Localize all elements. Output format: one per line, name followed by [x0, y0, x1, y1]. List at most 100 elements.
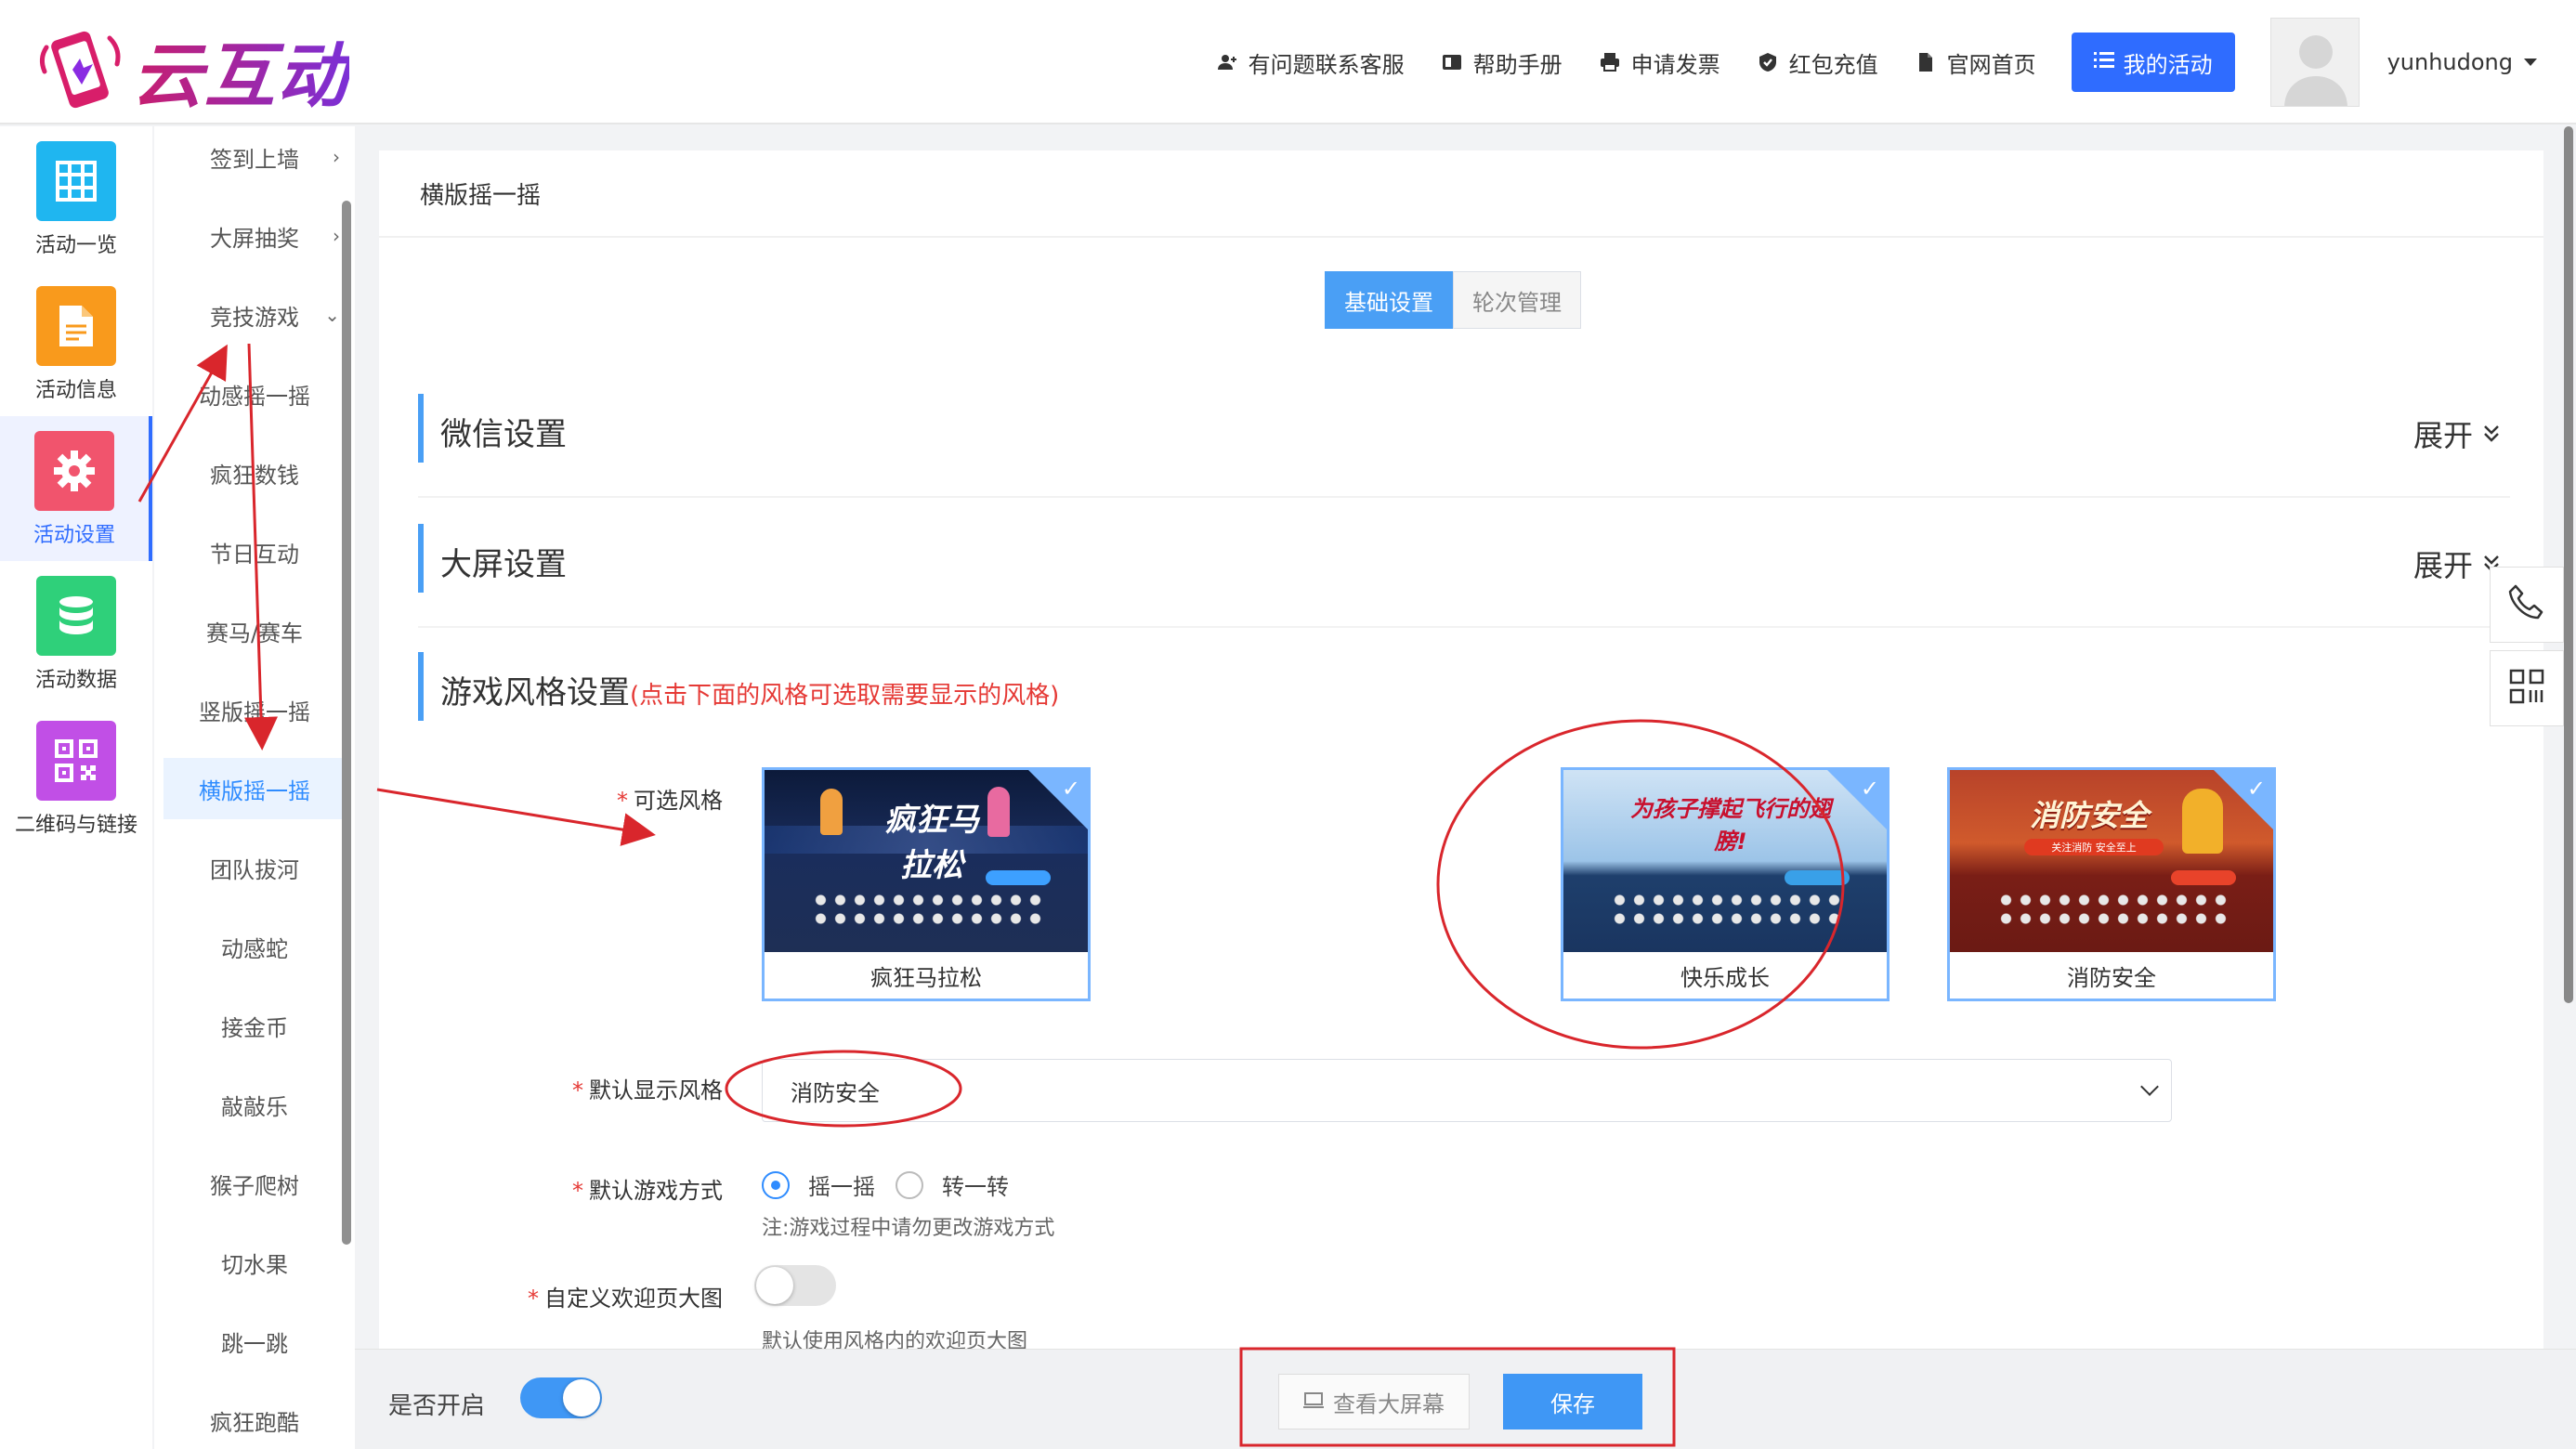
my-activity-button[interactable]: 我的活动: [2071, 33, 2235, 92]
radio-rotate[interactable]: 转一转: [896, 1168, 1009, 1201]
submenu-item[interactable]: 动感蛇: [163, 916, 346, 977]
tab-basic-settings[interactable]: 基础设置: [1325, 271, 1453, 329]
phone-contact-button[interactable]: [2490, 567, 2564, 643]
page-scrollbar[interactable]: [2564, 126, 2573, 1003]
radio-label: 转一转: [942, 1174, 1009, 1200]
double-chevron-down-icon: [2482, 416, 2501, 451]
breadcrumb: 横版摇一摇: [420, 182, 542, 210]
expand-toggle[interactable]: 展开: [2413, 542, 2501, 585]
style-banner-text: 为孩子撑起飞行的翅膀!: [1630, 796, 1831, 855]
section-hint: (点击下面的风格可选取需要显示的风格): [630, 682, 1060, 710]
player-grid-preview: [1996, 891, 2229, 928]
submenu-item[interactable]: 大屏抽奖 ›: [163, 205, 346, 267]
submenu-item[interactable]: 猴子爬树: [163, 1153, 346, 1214]
submenu-item[interactable]: 竞技游戏 ⌄: [163, 284, 346, 346]
submenu-label: 疯狂数钱: [210, 462, 299, 489]
sidebar-item-activity-data[interactable]: 活动数据: [0, 561, 152, 706]
submenu-label: 节日互动: [210, 541, 299, 568]
radio-shake[interactable]: 摇一摇: [762, 1168, 875, 1201]
submenu-label: 动感蛇: [221, 935, 288, 962]
styles-label: * 可选风格: [388, 782, 723, 815]
styles-label-text: 可选风格: [634, 788, 723, 814]
chevron-down-icon: ⌄: [324, 304, 340, 326]
required-mark: *: [617, 788, 628, 814]
submenu-item[interactable]: 敲敲乐: [163, 1074, 346, 1135]
welcome-image-switch[interactable]: [754, 1265, 836, 1306]
switch-knob: [563, 1379, 600, 1416]
submenu-label: 接金币: [221, 1014, 288, 1041]
style-banner-text: 疯狂马拉松: [884, 802, 979, 884]
enabled-label: 是否开启: [388, 1392, 486, 1420]
submenu-label: 签到上墙: [210, 146, 299, 173]
settings-tabs: 基础设置 轮次管理: [1325, 271, 1581, 329]
style-name: 疯狂马拉松: [870, 964, 982, 991]
start-button-preview: [986, 870, 1051, 885]
tab-round-management[interactable]: 轮次管理: [1453, 271, 1581, 329]
submenu-item[interactable]: 疯狂跑酷: [163, 1390, 346, 1449]
start-button-preview: [2171, 870, 2236, 885]
nav-label: 官网首页: [1946, 51, 2036, 78]
submenu-item-active[interactable]: 横版摇一摇: [163, 758, 346, 819]
sidebar-item-activity-info[interactable]: 活动信息: [0, 271, 152, 416]
monitor-icon: [1303, 1389, 1324, 1415]
nav-label: 有问题联系客服: [1248, 51, 1405, 78]
divider: [418, 496, 2510, 498]
grid-icon: [36, 141, 116, 221]
user-plus-icon: [1215, 50, 1239, 74]
header-nav: 有问题联系客服 帮助手册 申请发票 红包充值 官网首页 我的活动 yunhudo…: [1215, 0, 2576, 124]
nav-invoice[interactable]: 申请发票: [1598, 46, 1720, 79]
sidebar-item-activity-settings[interactable]: 活动设置: [0, 416, 152, 561]
save-button[interactable]: 保存: [1503, 1374, 1642, 1429]
qrcode-float-button[interactable]: [2490, 650, 2564, 726]
printer-icon: [1598, 50, 1622, 74]
submenu-item[interactable]: 疯狂数钱: [163, 442, 346, 503]
default-style-select[interactable]: 消防安全: [762, 1059, 2172, 1122]
expand-toggle[interactable]: 展开: [2413, 412, 2501, 455]
submenu-item[interactable]: 跳一跳: [163, 1311, 346, 1372]
sidebar-item-activity-list[interactable]: 活动一览: [0, 126, 152, 271]
submenu-item[interactable]: 团队拔河: [163, 837, 346, 898]
submenu-item[interactable]: 动感摇一摇: [163, 363, 346, 424]
submenu-item[interactable]: 节日互动: [163, 521, 346, 582]
file-icon: [1914, 50, 1938, 74]
default-style-value: 消防安全: [791, 1079, 880, 1106]
view-screen-label: 查看大屏幕: [1333, 1390, 1445, 1417]
view-screen-button[interactable]: 查看大屏幕: [1278, 1374, 1470, 1429]
divider: [418, 626, 2510, 628]
nav-redpacket-recharge[interactable]: 红包充值: [1756, 46, 1878, 79]
section-title-text: 游戏风格设置: [440, 674, 630, 711]
section-screen-settings[interactable]: 大屏设置 展开: [418, 524, 2510, 628]
style-option-fire-safety[interactable]: 消防安全 关注消防 安全至上 ✓ 消防安全: [1947, 767, 2276, 1001]
avatar[interactable]: [2269, 18, 2360, 107]
submenu-scrollbar[interactable]: [342, 201, 351, 1245]
gear-icon: [34, 431, 114, 511]
submenu-item[interactable]: 切水果: [163, 1232, 346, 1293]
sidebar-item-label: 活动设置: [33, 524, 115, 547]
enabled-switch[interactable]: [520, 1377, 602, 1418]
submenu-item[interactable]: 竖版摇一摇: [163, 679, 346, 740]
game-mode-label-text: 默认游戏方式: [589, 1178, 723, 1204]
qrcode-icon: [36, 721, 116, 801]
submenu-item[interactable]: 接金币: [163, 995, 346, 1056]
radio-circle: [896, 1170, 923, 1199]
nav-official-site[interactable]: 官网首页: [1914, 46, 2036, 79]
submenu-label: 疯狂跑酷: [210, 1409, 299, 1436]
style-option-marathon[interactable]: 疯狂马拉松 ✓ 疯狂马拉松: [762, 767, 1091, 1001]
submenu-item[interactable]: 签到上墙 ›: [163, 126, 346, 188]
game-mode-label: * 默认游戏方式: [388, 1172, 723, 1205]
section-wechat-settings[interactable]: 微信设置 展开: [418, 394, 2510, 498]
nav-help-manual[interactable]: 帮助手册: [1440, 46, 1563, 79]
style-option-happy-growth[interactable]: 为孩子撑起飞行的翅膀! ✓ 快乐成长: [1561, 767, 1890, 1001]
sidebar-item-label: 二维码与链接: [14, 814, 137, 837]
phone-icon: [2506, 582, 2547, 627]
my-activity-label: 我的活动: [2123, 51, 2213, 78]
caret-down-icon: [2524, 59, 2537, 66]
submenu-item[interactable]: 赛马/赛车: [163, 600, 346, 661]
nav-contact-support[interactable]: 有问题联系客服: [1215, 46, 1405, 79]
user-menu[interactable]: yunhudong: [2387, 49, 2537, 75]
player-grid-preview: [1610, 891, 1842, 928]
sidebar-item-qrcode-links[interactable]: 二维码与链接: [0, 706, 152, 851]
default-style-label: * 默认显示风格: [388, 1072, 723, 1104]
brand-logo[interactable]: 云互动: [35, 19, 349, 121]
check-icon: ✓: [1061, 776, 1080, 802]
